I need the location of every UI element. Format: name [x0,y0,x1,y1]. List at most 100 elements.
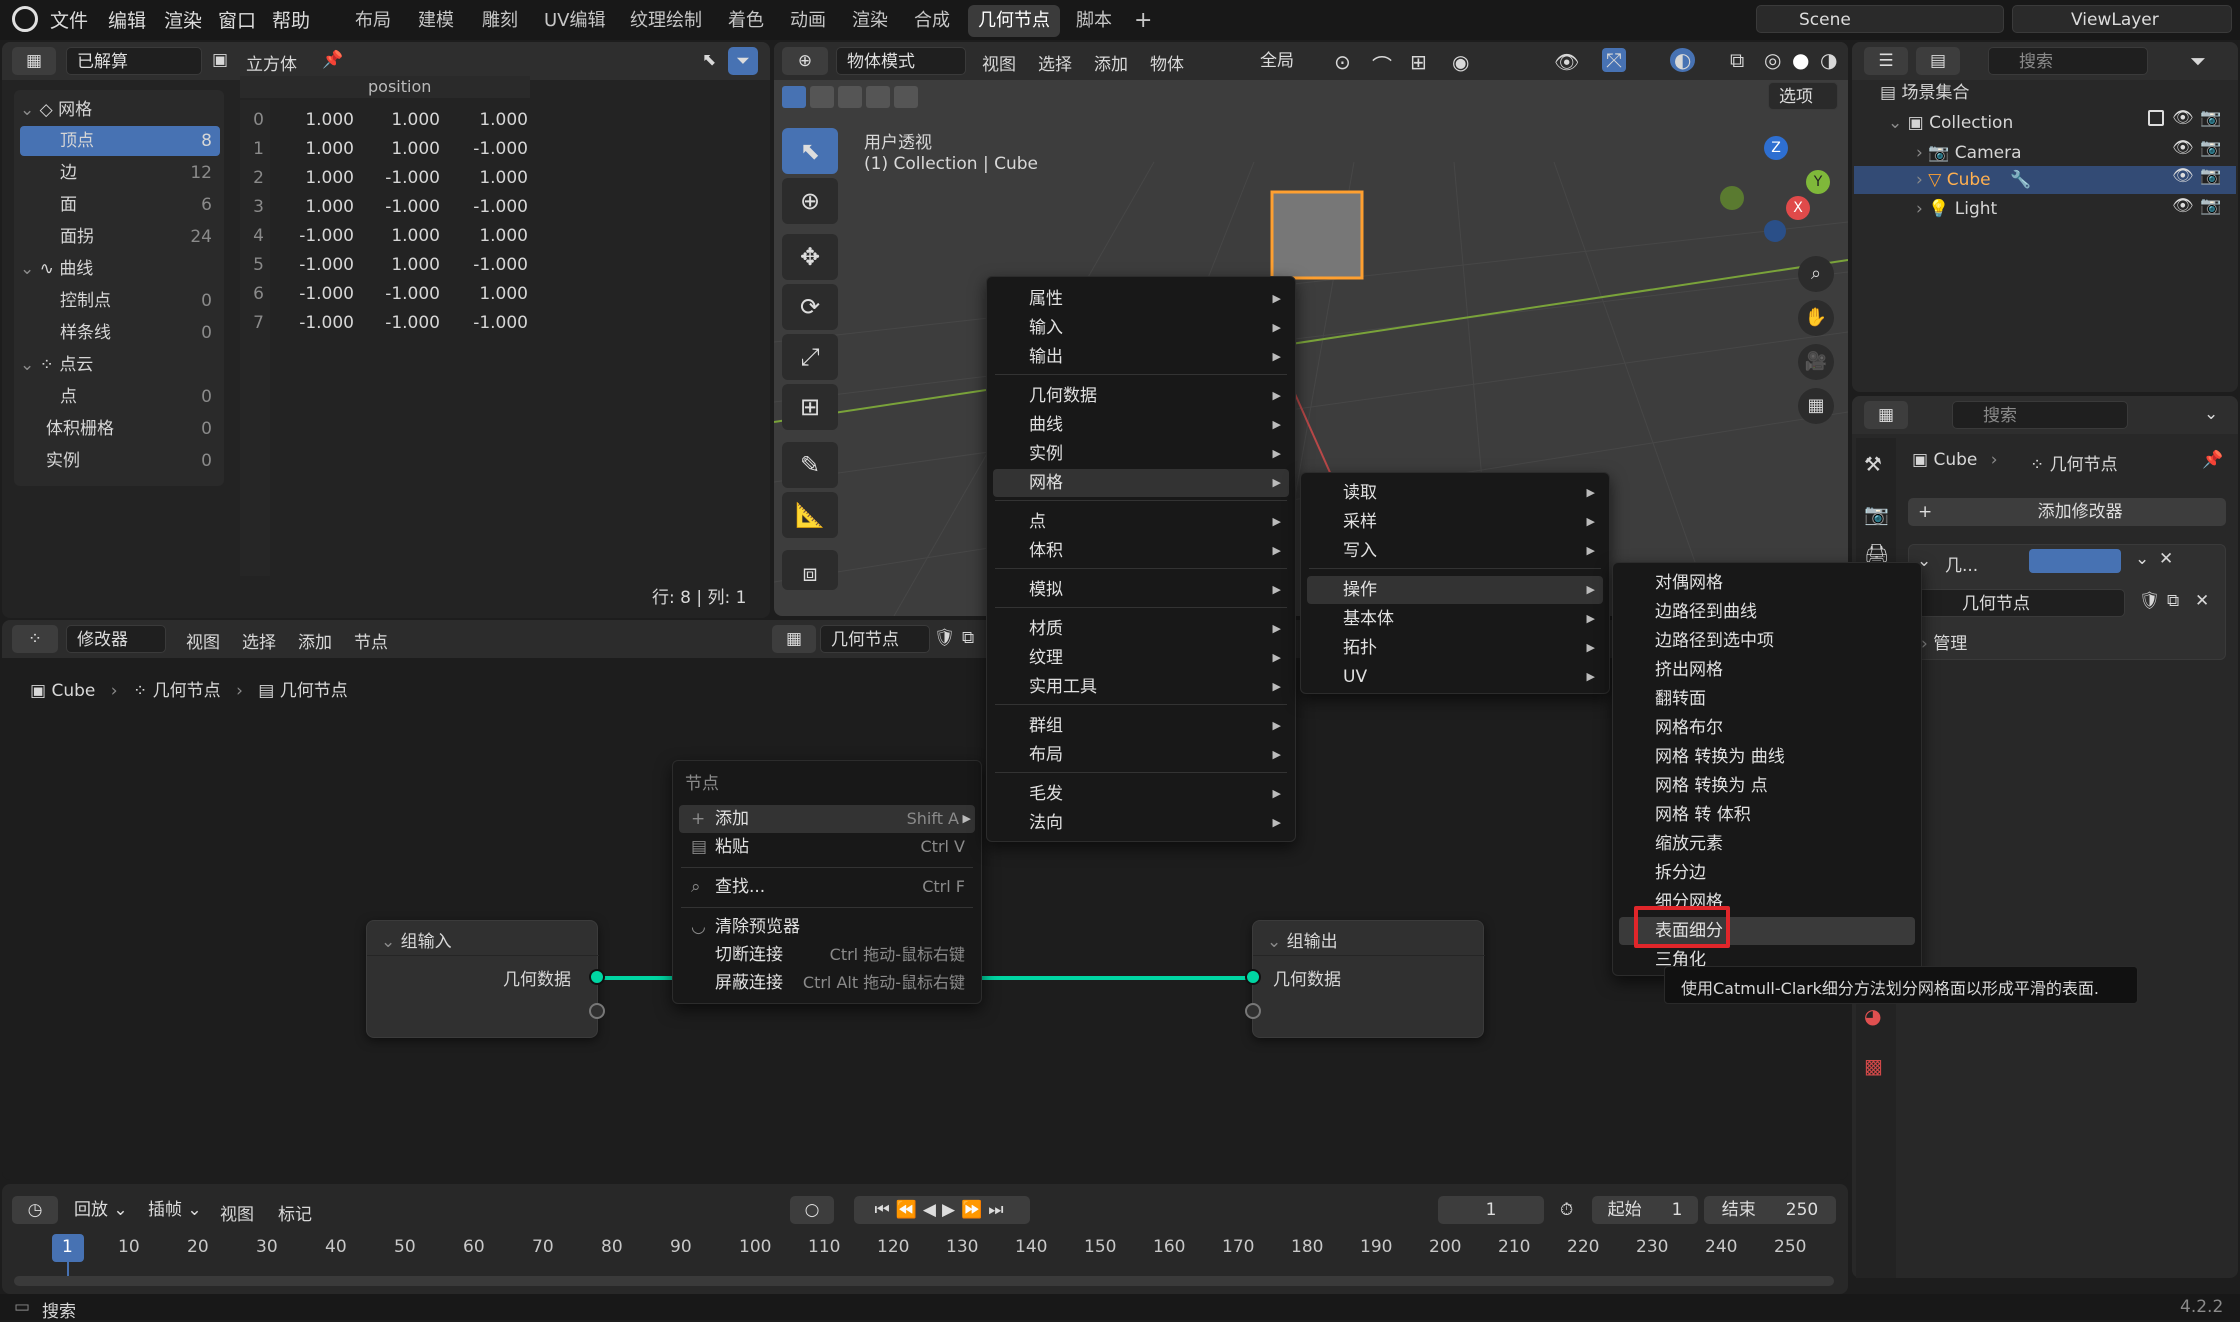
viewport-menu-select[interactable]: 选择 [1038,50,1072,75]
tree-instance[interactable]: 实例 0 [20,446,220,476]
tree-spline[interactable]: 样条线 0 [20,318,220,348]
pan-hand-icon[interactable]: ✋ [1798,300,1834,336]
add-menu-item-14[interactable]: 布局 ▶ [993,741,1289,769]
transform-tool-icon[interactable]: ⊞ [782,384,838,430]
tab-scripting[interactable]: 脚本 [1066,5,1122,37]
properties-pin-icon[interactable]: 📌 [2202,450,2223,470]
overlay-icon[interactable]: ◐ [1670,48,1696,72]
scene-selector[interactable]: Scene [1756,5,2004,33]
modifier-delete-icon[interactable]: ✕ [2159,549,2173,569]
ops-menu-item-6[interactable]: 网格 转换为 曲线 [1619,743,1915,771]
modifier-name[interactable]: 几... [1945,551,1978,576]
cube-render-icon[interactable]: 📷 [2200,166,2221,186]
gizmo-toggle-icon[interactable]: ⤧ [1602,48,1626,72]
playback-dropdown[interactable]: 回放 ⌄ [64,1196,138,1224]
editor-type-icon[interactable]: ▦ [12,47,56,75]
node-editor-type-icon[interactable]: ⁘ [12,625,58,653]
select-new-icon[interactable] [782,86,806,108]
context-add-item[interactable]: + 添加 Shift A ▶ [679,805,975,833]
add-menu-item-12[interactable]: 实用工具 ▶ [993,673,1289,701]
options-dropdown[interactable]: 选项 [1768,82,1838,110]
node-group-dropdown[interactable]: 几何节点 [820,625,930,653]
snap-target-icon[interactable]: ⊞ [1410,50,1427,74]
mode-dropdown[interactable]: 物体模式 [836,47,966,75]
tree-face[interactable]: 面6 [20,190,220,220]
camera-view-icon[interactable]: 🎥 [1798,344,1834,380]
mesh-menu-item-1[interactable]: 采样 ▶ [1307,508,1603,536]
texture-tab-icon[interactable]: ▩ [1864,1054,1883,1078]
mesh-menu-item-6[interactable]: UV ▶ [1307,663,1603,691]
collection-checkbox[interactable] [2148,110,2164,126]
camera-visibility-icon[interactable]: 👁 [2172,138,2194,158]
mesh-menu-item-2[interactable]: 写入 ▶ [1307,537,1603,565]
shading-wireframe-icon[interactable]: ◎ [1764,48,1781,72]
visibility-icon[interactable]: 👁 [1554,50,1579,74]
tab-texture-paint[interactable]: 纹理绘制 [620,5,712,37]
menu-render[interactable]: 渲染 [164,6,202,33]
selected-only-icon[interactable]: ⬉ [702,50,716,70]
group-output-geometry-socket[interactable] [1245,969,1261,985]
group-output-node[interactable]: ⌄ 组输出 几何数据 [1245,920,1485,1038]
context-cut-links-item[interactable]: 切断连接 Ctrl 拖动-鼠标右键 [679,941,975,969]
filter-icon[interactable]: ⏷ [728,47,758,75]
tree-volume[interactable]: 体积栅格 0 [20,414,220,444]
mesh-menu-item-3[interactable]: 操作 ▶ [1307,576,1603,604]
camera-render-icon[interactable]: 📷 [2200,138,2221,158]
ops-menu-item-1[interactable]: 边路径到曲线 [1619,598,1915,626]
add-workspace-button[interactable]: + [1124,5,1162,37]
tree-vertex[interactable]: 顶点 8 [20,126,220,156]
duplicate-icon[interactable]: ⧉ [2167,591,2179,611]
end-frame-field[interactable]: 结束 250 [1704,1196,1836,1224]
light-render-icon[interactable]: 📷 [2200,196,2221,216]
measure-tool-icon[interactable]: 📐 [782,492,838,538]
xray-icon[interactable]: ⧉ [1730,48,1744,72]
node-menu-view[interactable]: 视图 [186,628,220,653]
tree-curve[interactable]: ⌄ ∿ 曲线 [20,254,93,284]
add-menu-item-10[interactable]: 材质 ▶ [993,615,1289,643]
pin-icon[interactable]: 📌 [322,50,343,70]
move-tool-icon[interactable]: ✥ [782,234,838,280]
viewport-menu-object[interactable]: 物体 [1150,50,1184,75]
properties-search-input[interactable]: 搜索 [1952,401,2128,429]
tab-rendering[interactable]: 渲染 [842,5,898,37]
outliner-light-row[interactable]: › 💡 Light [1916,194,1997,224]
tab-sculpting[interactable]: 雕刻 [472,5,528,37]
ops-menu-item-5[interactable]: 网格布尔 [1619,714,1915,742]
mesh-menu-item-4[interactable]: 基本体 ▶ [1307,605,1603,633]
add-menu-item-6[interactable]: 网格 ▶ [993,469,1289,497]
collection-render-icon[interactable]: 📷 [2200,108,2221,128]
context-clear-viewer-item[interactable]: ◡ 清除预览器 [679,913,975,941]
add-menu-item-15[interactable]: 毛发 ▶ [993,780,1289,808]
mesh-menu-item-5[interactable]: 拓扑 ▶ [1307,634,1603,662]
cursor-tool-icon[interactable]: ⊕ [782,178,838,224]
add-menu-item-9[interactable]: 模拟 ▶ [993,576,1289,604]
menu-help[interactable]: 帮助 [272,6,310,33]
proportional-icon[interactable]: ◉ [1452,50,1469,74]
group-output-empty-socket[interactable] [1245,1003,1261,1019]
tab-animation[interactable]: 动画 [780,5,836,37]
tree-point[interactable]: 点0 [20,382,220,412]
fake-user-icon[interactable]: 🛡 [2139,591,2161,611]
rotate-tool-icon[interactable]: ⟳ [782,284,838,330]
current-frame-field[interactable]: 1 [1438,1196,1544,1224]
pivot-icon[interactable]: ⊙ [1334,50,1351,74]
ops-menu-item-8[interactable]: 网格 转 体积 [1619,801,1915,829]
gizmo-x-axis[interactable]: X [1786,196,1810,220]
viewport-menu-view[interactable]: 视图 [982,50,1016,75]
add-menu-item-11[interactable]: 纹理 ▶ [993,644,1289,672]
gizmo-neg-y[interactable] [1720,186,1744,210]
select-intersect-icon[interactable] [894,86,918,108]
add-menu-item-2[interactable]: 输出 ▶ [993,343,1289,371]
outliner-editor-type-icon[interactable]: ☰ [1864,47,1908,75]
tab-shading[interactable]: 着色 [718,5,774,37]
editor-type-icon[interactable]: ⊕ [782,47,828,75]
stopwatch-icon[interactable]: ⏱ [1560,1200,1573,1220]
navigation-gizmo[interactable]: Z Y X [1716,130,1836,250]
add-menu-item-8[interactable]: 体积 ▶ [993,537,1289,565]
unlink-icon[interactable]: ✕ [2195,591,2209,611]
tree-mesh[interactable]: ⌄ ◇ 网格 [20,95,92,125]
tree-pointcloud[interactable]: ⌄ ⁘ 点云 [20,350,93,380]
zoom-icon[interactable]: ⌕ [1798,256,1834,292]
add-menu-item-0[interactable]: 属性 ▶ [993,285,1289,313]
menu-edit[interactable]: 编辑 [108,6,146,33]
